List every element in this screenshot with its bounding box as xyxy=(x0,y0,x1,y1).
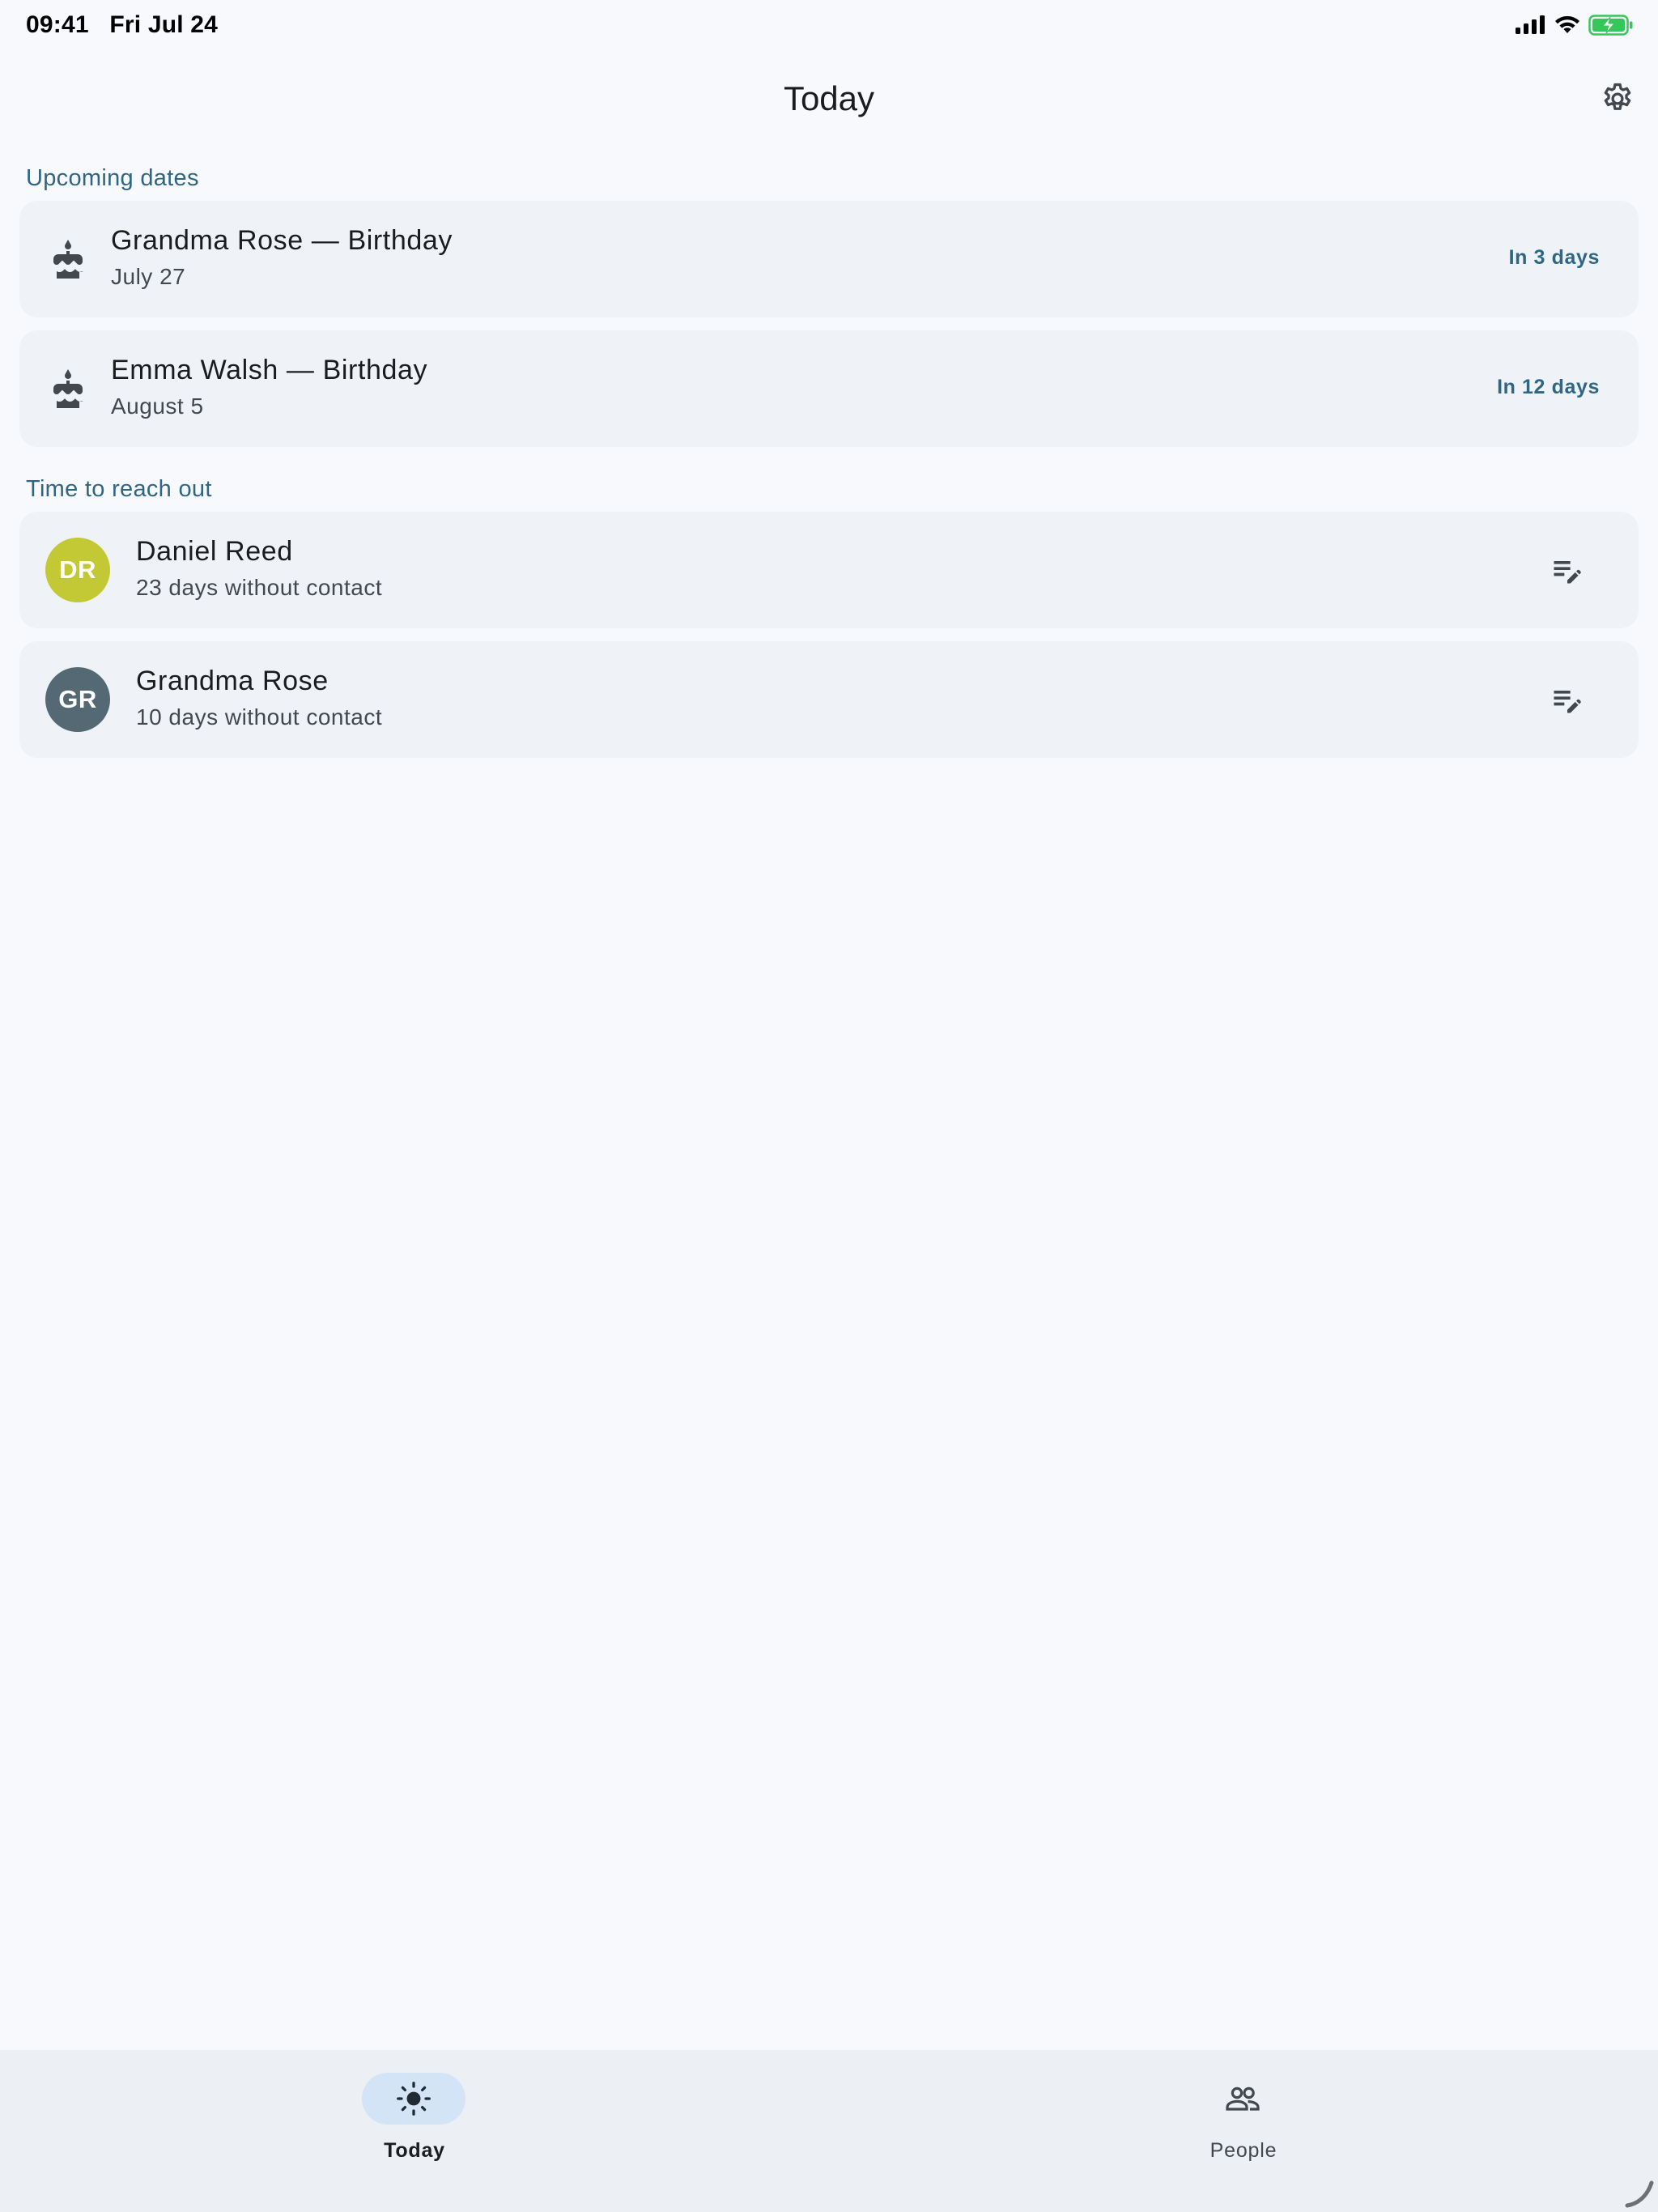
app-bar: Today xyxy=(0,52,1658,143)
gear-icon xyxy=(1604,83,1631,110)
bottom-navigation: Today People xyxy=(0,2050,1658,2212)
contact-detail: 10 days without contact xyxy=(136,704,383,730)
edit-note-icon xyxy=(1554,691,1581,713)
countdown-label: In 12 days xyxy=(1497,376,1600,398)
battery-charging-icon xyxy=(1588,15,1633,36)
event-title: Emma Walsh — Birthday xyxy=(111,355,428,385)
reach-out-item[interactable]: DR Daniel Reed 23 days without contact xyxy=(19,512,1639,628)
nav-item-today[interactable]: Today xyxy=(293,2073,536,2170)
upcoming-dates-header: Upcoming dates xyxy=(26,165,199,191)
log-contact-button[interactable] xyxy=(1545,547,1590,593)
people-icon xyxy=(1226,2087,1260,2111)
cellular-signal-icon xyxy=(1516,15,1545,34)
log-contact-button[interactable] xyxy=(1545,677,1590,722)
status-time: 09:41 xyxy=(26,11,89,38)
nav-label: People xyxy=(1209,2139,1278,2162)
event-date: August 5 xyxy=(111,393,204,419)
status-date: Fri Jul 24 xyxy=(109,11,219,38)
avatar: GR xyxy=(45,667,110,732)
reach-out-header: Time to reach out xyxy=(26,476,212,502)
contact-name: Grandma Rose xyxy=(136,666,329,696)
wifi-icon xyxy=(1555,15,1579,33)
contact-name: Daniel Reed xyxy=(136,536,293,567)
cake-icon xyxy=(53,369,83,408)
cake-icon xyxy=(53,240,83,279)
edit-note-icon xyxy=(1554,561,1581,584)
nav-item-people[interactable]: People xyxy=(1122,2073,1365,2170)
avatar: DR xyxy=(45,538,110,602)
reach-out-item[interactable]: GR Grandma Rose 10 days without contact xyxy=(19,641,1639,758)
upcoming-date-item[interactable]: Emma Walsh — Birthday August 5 In 12 day… xyxy=(19,330,1639,447)
countdown-label: In 3 days xyxy=(1508,246,1600,269)
settings-button[interactable] xyxy=(1595,76,1640,121)
nav-label: Today xyxy=(384,2139,445,2162)
sun-icon xyxy=(397,2082,431,2116)
today-screen: 09:41 Fri Jul 24 Today Upcoming dates Gr… xyxy=(0,0,1658,2212)
page-title: Today xyxy=(783,79,875,117)
upcoming-date-item[interactable]: Grandma Rose — Birthday July 27 In 3 day… xyxy=(19,201,1639,317)
status-clock: 09:41 Fri Jul 24 xyxy=(26,11,218,39)
status-icons xyxy=(1516,13,1634,37)
nav-active-indicator xyxy=(362,2073,466,2125)
event-title: Grandma Rose — Birthday xyxy=(111,225,453,256)
nav-icon-container xyxy=(1191,2073,1295,2125)
event-date: July 27 xyxy=(111,264,186,289)
status-bar: 09:41 Fri Jul 24 xyxy=(0,0,1658,52)
contact-detail: 23 days without contact xyxy=(136,575,383,600)
resize-handle-icon[interactable] xyxy=(1619,2173,1658,2212)
